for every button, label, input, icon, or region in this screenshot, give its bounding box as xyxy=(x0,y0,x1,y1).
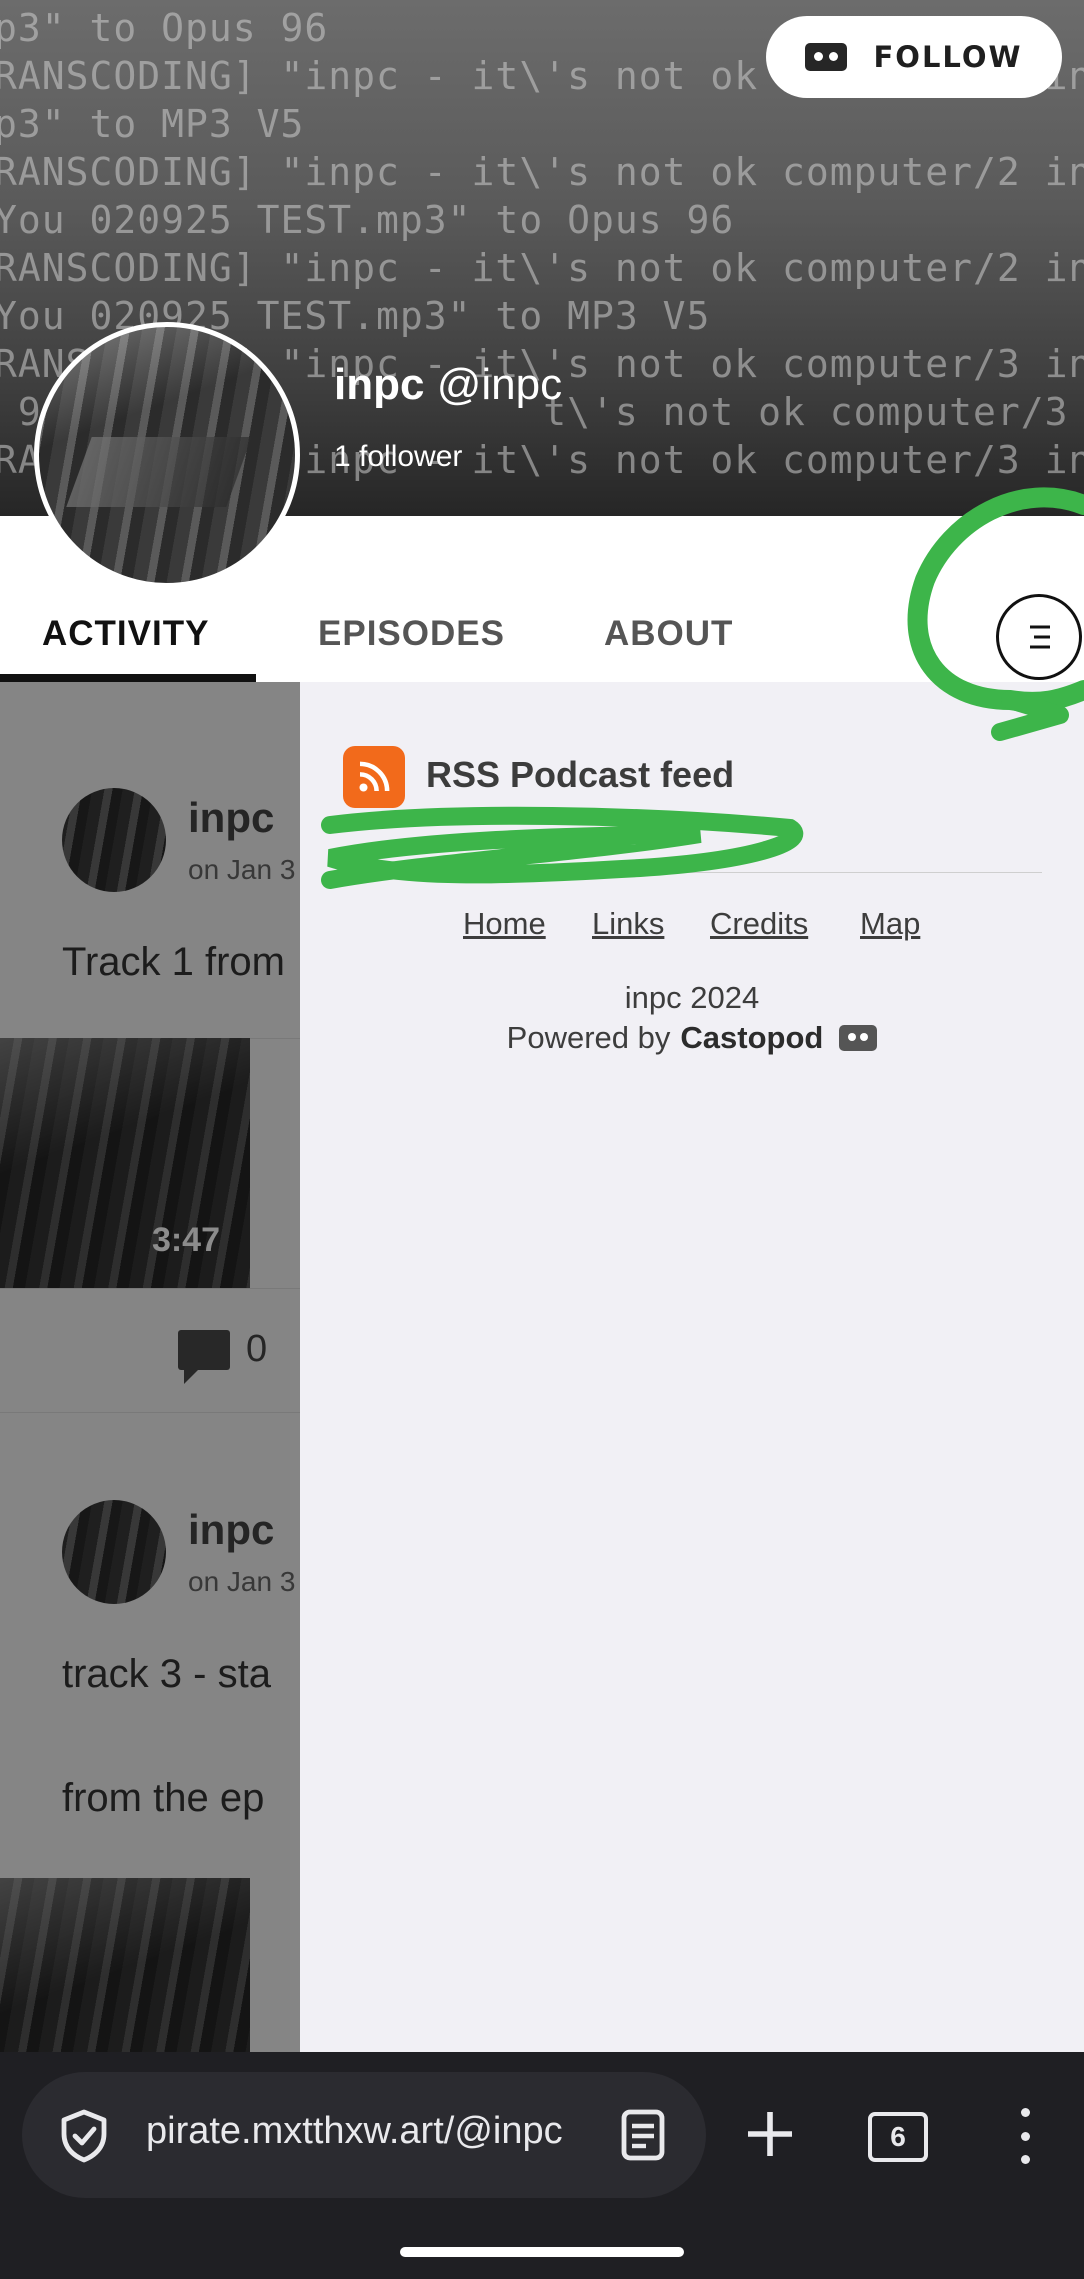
active-tab-indicator xyxy=(0,674,256,682)
castopod-icon xyxy=(805,43,848,71)
address-bar[interactable]: pirate.mxtthxw.art/@inpc xyxy=(22,2072,706,2198)
home-indicator[interactable] xyxy=(400,2247,684,2257)
footer-copyright: inpc 2024 xyxy=(624,980,760,1015)
new-tab-icon[interactable] xyxy=(744,2108,796,2160)
footer-link-home[interactable]: Home xyxy=(463,906,546,942)
rss-icon[interactable] xyxy=(343,746,405,808)
castopod-link[interactable]: Castopod xyxy=(680,1020,823,1056)
footer-link-links[interactable]: Links xyxy=(592,906,664,942)
castopod-icon xyxy=(839,1025,878,1051)
display-name: inpc xyxy=(334,360,425,409)
tab-episodes[interactable]: EPISODES xyxy=(318,614,505,654)
footer-link-map[interactable]: Map xyxy=(860,906,920,942)
reader-mode-icon[interactable] xyxy=(620,2108,666,2162)
url-text[interactable]: pirate.mxtthxw.art/@inpc xyxy=(146,2110,596,2153)
footer-powered-by: Powered by Castopod xyxy=(300,1020,1084,1056)
rss-feed-link[interactable]: RSS Podcast feed xyxy=(426,754,734,796)
tab-count-button[interactable]: 6 xyxy=(868,2112,928,2162)
tab-activity[interactable]: ACTIVITY xyxy=(42,614,209,654)
tab-about[interactable]: ABOUT xyxy=(604,614,733,654)
side-menu-panel: RSS Podcast feed Home Links Credits Map … xyxy=(300,682,1084,2052)
menu-toggle-button[interactable] xyxy=(996,594,1082,680)
footer-link-credits[interactable]: Credits xyxy=(710,906,808,942)
browser-toolbar: pirate.mxtthxw.art/@inpc 6 xyxy=(0,2052,1084,2279)
avatar xyxy=(34,322,300,588)
follower-count: 1 follower xyxy=(334,440,463,473)
handle: @inpc xyxy=(436,360,563,409)
hamburger-icon xyxy=(1030,625,1050,649)
shield-icon[interactable] xyxy=(58,2108,110,2164)
follow-label: FOLLOW xyxy=(873,40,1023,74)
powered-by-label: Powered by xyxy=(506,1020,671,1055)
more-options-icon[interactable] xyxy=(1010,2108,1040,2164)
channel-name: inpc @inpc xyxy=(334,360,562,410)
follow-button[interactable]: FOLLOW xyxy=(766,16,1062,98)
divider xyxy=(336,872,1042,873)
